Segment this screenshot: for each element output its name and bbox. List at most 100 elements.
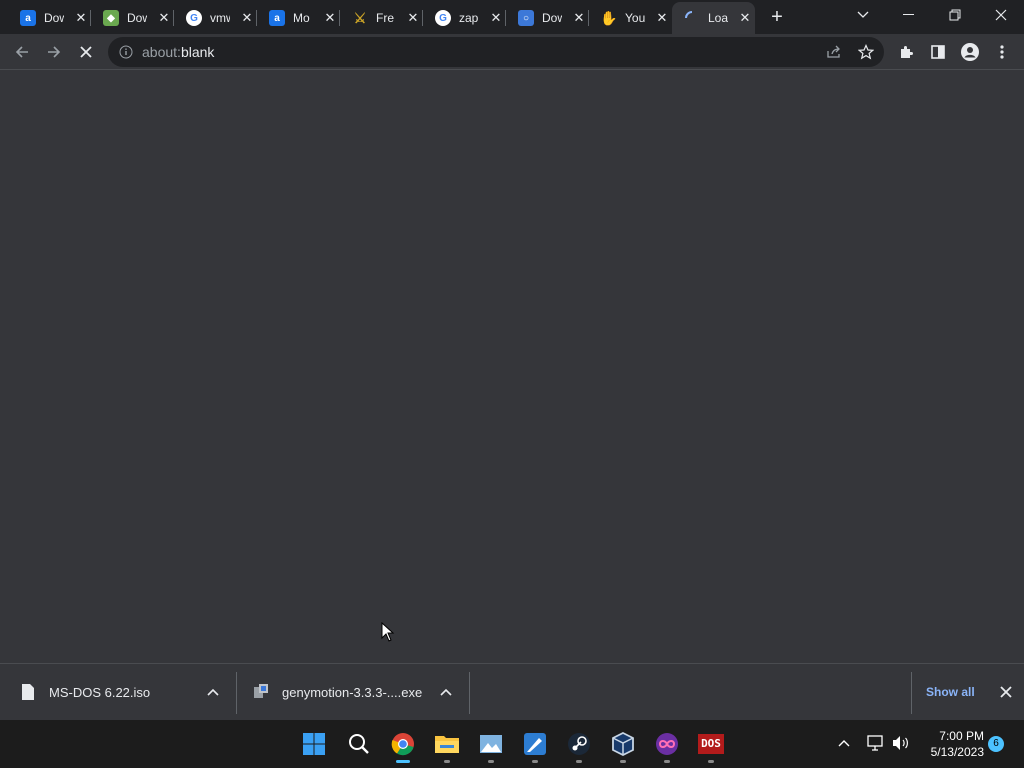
tab-7[interactable]: ○ Dow ✕ bbox=[506, 4, 589, 32]
tab-9-active[interactable]: Loa ✕ bbox=[672, 2, 755, 34]
address-prefix: about: bbox=[142, 44, 181, 60]
file-explorer-icon bbox=[435, 736, 459, 753]
notification-badge[interactable]: 6 bbox=[988, 736, 1004, 752]
tab-title: Mo bbox=[293, 11, 310, 25]
installer-icon bbox=[254, 684, 268, 698]
blue-square-logo-icon: a bbox=[20, 10, 36, 26]
system-clock[interactable]: 7:00 PM 5/13/2023 bbox=[918, 728, 984, 760]
running-indicator bbox=[576, 760, 582, 763]
app-infinity-icon bbox=[656, 733, 678, 755]
tab-4[interactable]: a Mo ✕ bbox=[257, 4, 340, 32]
clock-time: 7:00 PM bbox=[939, 729, 984, 743]
puzzle-icon bbox=[901, 46, 913, 58]
paint-icon bbox=[524, 733, 546, 755]
new-tab-button[interactable]: + bbox=[765, 6, 789, 28]
menu-button[interactable] bbox=[990, 40, 1014, 64]
close-icon[interactable]: ✕ bbox=[156, 10, 172, 26]
close-icon[interactable]: ✕ bbox=[737, 10, 753, 26]
address-rest: blank bbox=[180, 44, 215, 60]
close-icon bbox=[995, 9, 1007, 21]
taskbar-app-infinity[interactable] bbox=[653, 730, 681, 758]
mouse-cursor-icon bbox=[381, 622, 395, 642]
taskbar-chrome[interactable] bbox=[389, 730, 417, 758]
chevron-down-icon bbox=[857, 11, 869, 18]
minimize-button[interactable] bbox=[886, 0, 932, 30]
tab-strip: a Dow ✕ ◆ Dow ✕ G vmw ✕ a Mo ✕ ⚔ Fre ✕ G… bbox=[0, 0, 1024, 34]
share-icon[interactable] bbox=[826, 45, 842, 59]
page-content bbox=[0, 70, 1024, 663]
tab-search-button[interactable] bbox=[840, 0, 886, 30]
taskbar-dosbox[interactable]: DOS bbox=[697, 730, 725, 758]
stop-loading-button[interactable] bbox=[74, 40, 98, 64]
restore-button[interactable] bbox=[932, 0, 978, 30]
close-icon[interactable]: ✕ bbox=[405, 10, 421, 26]
address-text: about:blank bbox=[142, 44, 214, 60]
network-icon[interactable] bbox=[867, 735, 885, 751]
download-item-1[interactable]: MS-DOS 6.22.iso bbox=[0, 664, 236, 721]
tab-6[interactable]: G zap ✕ bbox=[423, 4, 506, 32]
back-button[interactable] bbox=[10, 40, 34, 64]
download-item-2[interactable]: genymotion-3.3.3-....exe bbox=[237, 664, 469, 721]
steam-icon bbox=[568, 733, 590, 755]
tab-title: Loa bbox=[708, 11, 728, 25]
show-all-link[interactable]: Show all bbox=[926, 685, 975, 699]
taskbar-search-button[interactable] bbox=[345, 730, 373, 758]
google-icon: G bbox=[186, 10, 202, 26]
taskbar-steam[interactable] bbox=[565, 730, 593, 758]
dosbox-icon: DOS bbox=[698, 734, 724, 754]
taskbar-photos[interactable] bbox=[477, 730, 505, 758]
divider bbox=[469, 672, 470, 714]
info-icon[interactable] bbox=[119, 45, 133, 59]
bluestacks-icon: ◆ bbox=[103, 10, 119, 26]
close-icon[interactable]: ✕ bbox=[571, 10, 587, 26]
running-indicator bbox=[708, 760, 714, 763]
magnifier-site-icon: ○ bbox=[518, 10, 534, 26]
tab-2[interactable]: ◆ Dow ✕ bbox=[91, 4, 174, 32]
chrome-icon bbox=[391, 733, 414, 756]
close-icon[interactable]: ✕ bbox=[239, 10, 255, 26]
star-icon[interactable] bbox=[858, 44, 874, 60]
running-indicator bbox=[620, 760, 626, 763]
taskbar-virtualbox[interactable] bbox=[609, 730, 637, 758]
side-panel-button[interactable] bbox=[926, 40, 950, 64]
search-icon bbox=[349, 734, 369, 754]
close-icon[interactable]: ✕ bbox=[322, 10, 338, 26]
extensions-button[interactable] bbox=[894, 40, 918, 64]
arrow-left-icon bbox=[15, 46, 28, 58]
close-icon[interactable] bbox=[1000, 686, 1012, 698]
running-indicator bbox=[664, 760, 670, 763]
tab-title: Dow bbox=[44, 11, 64, 25]
clock-date: 5/13/2023 bbox=[930, 745, 984, 759]
red-hand-icon: ✋ bbox=[600, 9, 618, 26]
close-icon[interactable]: ✕ bbox=[488, 10, 504, 26]
volume-icon[interactable] bbox=[892, 735, 910, 751]
tab-title: Fre bbox=[376, 11, 394, 25]
restore-icon bbox=[949, 9, 961, 21]
close-icon[interactable]: ✕ bbox=[654, 10, 670, 26]
tab-title: vmw bbox=[210, 11, 230, 25]
side-panel-icon bbox=[931, 45, 945, 59]
running-indicator bbox=[444, 760, 450, 763]
close-icon bbox=[80, 46, 92, 58]
chevron-up-icon[interactable] bbox=[838, 739, 850, 747]
download-shelf: MS-DOS 6.22.iso genymotion-3.3.3-....exe… bbox=[0, 663, 1024, 720]
tab-3[interactable]: G vmw ✕ bbox=[174, 4, 257, 32]
address-bar[interactable]: about:blank bbox=[108, 37, 884, 67]
close-icon[interactable]: ✕ bbox=[73, 10, 89, 26]
start-button[interactable] bbox=[300, 730, 328, 758]
taskbar-file-explorer[interactable] bbox=[433, 730, 461, 758]
close-window-button[interactable] bbox=[978, 0, 1024, 30]
sword-icon: ⚔ bbox=[353, 9, 367, 26]
chevron-up-icon[interactable] bbox=[440, 688, 452, 696]
windows-taskbar: DOS 7:00 PM 5/13/2023 6 bbox=[0, 720, 1024, 768]
tab-5[interactable]: ⚔ Fre ✕ bbox=[340, 4, 423, 32]
chevron-up-icon[interactable] bbox=[207, 688, 219, 696]
loading-spinner-icon bbox=[684, 10, 700, 26]
forward-button[interactable] bbox=[42, 40, 66, 64]
running-indicator bbox=[488, 760, 494, 763]
profile-button[interactable] bbox=[958, 40, 982, 64]
running-indicator bbox=[532, 760, 538, 763]
taskbar-paint[interactable] bbox=[521, 730, 549, 758]
tab-8[interactable]: ✋ You ✕ bbox=[589, 4, 672, 32]
tab-1[interactable]: a Dow ✕ bbox=[8, 4, 91, 32]
